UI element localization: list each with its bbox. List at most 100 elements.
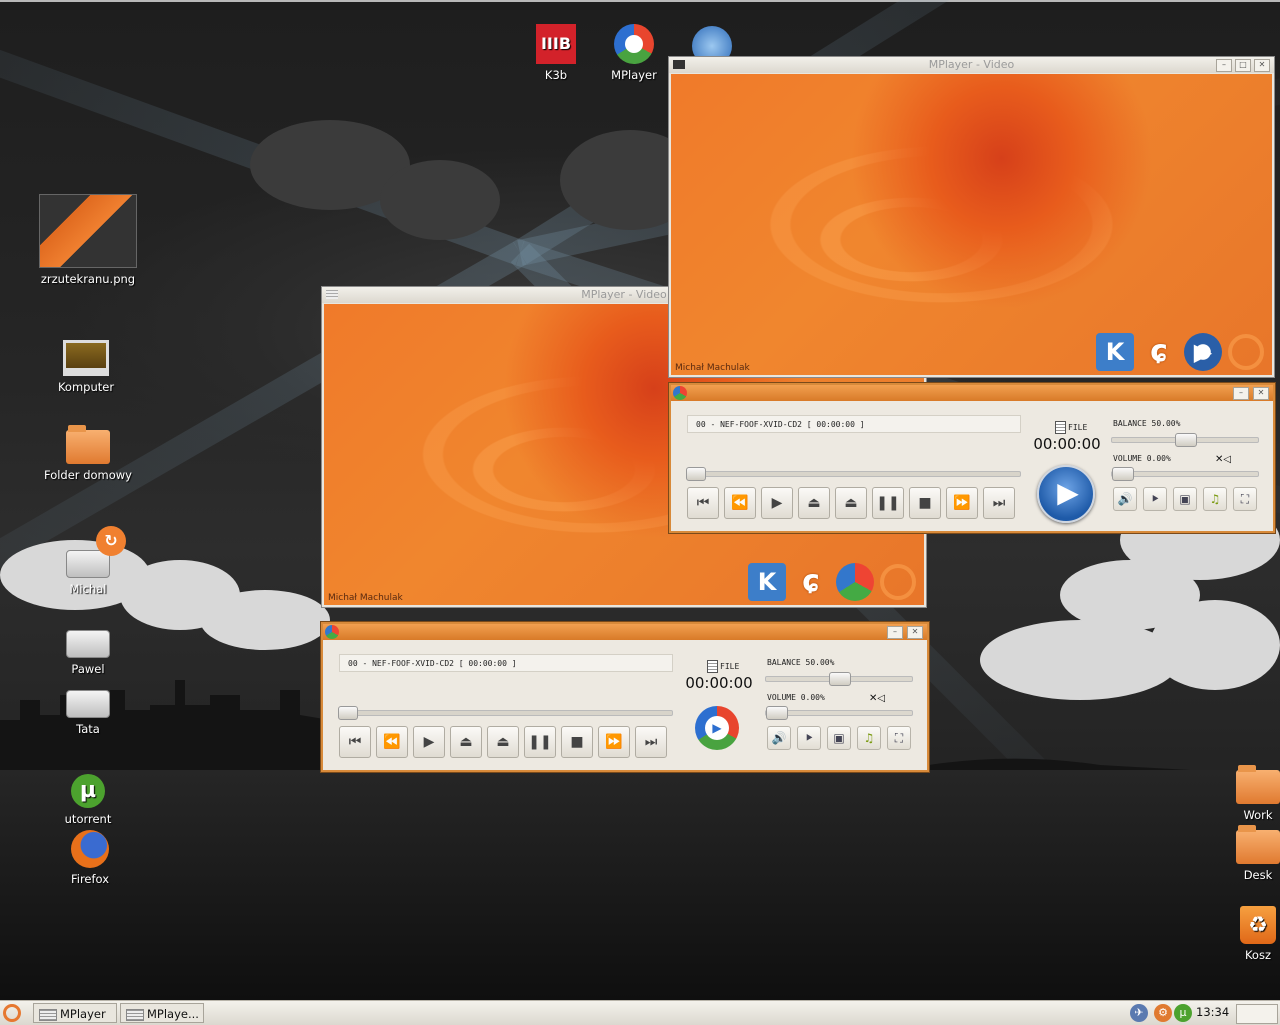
top-border — [0, 0, 1280, 2]
mplayer-logo-button[interactable] — [695, 706, 739, 750]
folder-icon — [1236, 825, 1280, 864]
desktop-icon-home-folder[interactable]: Folder domowy — [33, 425, 143, 482]
network-tray-icon[interactable]: ✈ — [1130, 1004, 1148, 1022]
last-track-button[interactable]: ⏭ — [635, 726, 667, 758]
open-file-button[interactable]: ⏏ — [450, 726, 482, 758]
desktop-icon-kosz[interactable]: ♻ Kosz — [1203, 906, 1280, 962]
player-titlebar[interactable]: – ✕ — [671, 385, 1273, 401]
balance-knob[interactable] — [1175, 433, 1197, 447]
file-icon — [707, 660, 718, 673]
fast-forward-button[interactable]: ⏩ — [598, 726, 630, 758]
player-window-2[interactable]: – ✕ 00 - NEF-FOOF-XVID-CD2 [ 00:00:00 ] … — [321, 622, 929, 772]
window-menu-icon[interactable] — [673, 60, 685, 69]
play-button[interactable]: ▶ — [413, 726, 445, 758]
stop-button[interactable]: ■ — [909, 487, 941, 519]
equalizer-button[interactable]: ♫ — [1203, 487, 1227, 511]
desktop-icon-label: Kosz — [1244, 948, 1272, 962]
pause-button[interactable]: ❚❚ — [524, 726, 556, 758]
rewind-button[interactable]: ⏪ — [724, 487, 756, 519]
playlist-button[interactable]: ⯈ — [1143, 487, 1167, 511]
pause-button[interactable]: ❚❚ — [872, 487, 904, 519]
balance-slider[interactable] — [765, 672, 913, 686]
volume-knob[interactable] — [1112, 467, 1134, 481]
cloud-shape — [200, 590, 330, 650]
first-track-button[interactable]: ⏮ — [687, 487, 719, 519]
sync-badge-icon: ↻ — [96, 526, 126, 556]
stop-button[interactable]: ■ — [561, 726, 593, 758]
seek-knob[interactable] — [686, 467, 706, 481]
seek-knob[interactable] — [338, 706, 358, 720]
taskbar-task-mplayer[interactable]: MPlayer — [33, 1003, 117, 1023]
balance-slider[interactable] — [1111, 433, 1259, 447]
show-desktop-button[interactable] — [1236, 1004, 1278, 1024]
skin-button[interactable]: ▣ — [1173, 487, 1197, 511]
ubuntu-menu-icon[interactable] — [3, 1004, 21, 1022]
task-label: MPlayer — [60, 1007, 106, 1021]
desktop-icon-pawel[interactable]: Pawel — [33, 626, 143, 676]
distro-logos: K ɕ ▶ — [1096, 333, 1264, 371]
clock[interactable]: 13:34 — [1196, 1005, 1229, 1019]
player-window-1[interactable]: – ✕ 00 - NEF-FOOF-XVID-CD2 [ 00:00:00 ] … — [669, 383, 1275, 533]
utorrent-tray-icon[interactable]: µ — [1174, 1004, 1192, 1022]
seek-bar[interactable] — [338, 706, 673, 720]
volume-slider[interactable] — [765, 706, 913, 720]
volume-label: VOLUME 0.00% — [767, 693, 825, 702]
close-button[interactable]: ✕ — [907, 626, 923, 639]
desktop-icon-desk[interactable]: Desk — [1203, 825, 1280, 882]
open-file-button[interactable]: ⏏ — [798, 487, 830, 519]
big-play-button[interactable]: ▶ — [1037, 465, 1095, 523]
update-tray-icon[interactable]: ⚙ — [1154, 1004, 1172, 1022]
desktop-icon-komputer[interactable]: Komputer — [31, 340, 141, 394]
audio-button[interactable]: 🔊 — [1113, 487, 1137, 511]
video-area[interactable]: K ɕ ▶ Michał Machulak — [671, 74, 1272, 375]
fullscreen-button[interactable]: ⛶ — [887, 726, 911, 750]
minimize-button[interactable]: – — [1233, 387, 1249, 400]
maximize-button[interactable]: □ — [1235, 59, 1251, 72]
desktop-icon-label: Desk — [1243, 868, 1273, 882]
ground-shape — [0, 770, 1280, 1000]
playlist-button[interactable]: ⯈ — [797, 726, 821, 750]
player-titlebar[interactable]: – ✕ — [323, 624, 927, 640]
fast-forward-button[interactable]: ⏩ — [946, 487, 978, 519]
desktop-icon-utorrent[interactable]: µ utorrent — [33, 774, 143, 826]
volume-knob[interactable] — [766, 706, 788, 720]
balance-knob[interactable] — [829, 672, 851, 686]
equalizer-button[interactable]: ♫ — [857, 726, 881, 750]
play-button[interactable]: ▶ — [761, 487, 793, 519]
window-menu-icon[interactable] — [326, 290, 338, 299]
rewind-button[interactable]: ⏪ — [376, 726, 408, 758]
minimize-button[interactable]: – — [1216, 59, 1232, 72]
add-file-button[interactable]: ⏏ — [835, 487, 867, 519]
audio-button[interactable]: 🔊 — [767, 726, 791, 750]
desktop-icon-label: Firefox — [70, 872, 110, 886]
volume-label: VOLUME 0.00% — [1113, 454, 1171, 463]
video-window-1[interactable]: MPlayer - Video – □ ✕ K ɕ ▶ Michał Machu… — [669, 57, 1274, 377]
close-button[interactable]: ✕ — [1254, 59, 1270, 72]
mute-icon[interactable]: ✕◁ — [869, 693, 885, 704]
ubuntu-logo-icon — [880, 564, 916, 600]
desktop-icon-michal[interactable]: Michal — [33, 546, 143, 596]
mute-icon[interactable]: ✕◁ — [1215, 454, 1231, 465]
minimize-button[interactable]: – — [887, 626, 903, 639]
last-track-button[interactable]: ⏭ — [983, 487, 1015, 519]
desktop-icon-tata[interactable]: Tata — [33, 686, 143, 736]
ubuntu-logo-icon — [1228, 334, 1264, 370]
seek-bar[interactable] — [686, 467, 1021, 481]
desktop-icon-work[interactable]: Work — [1203, 765, 1280, 822]
close-button[interactable]: ✕ — [1253, 387, 1269, 400]
window-titlebar[interactable]: MPlayer - Video – □ ✕ — [669, 57, 1274, 73]
transport-controls: ⏮ ⏪ ▶ ⏏ ⏏ ❚❚ ■ ⏩ ⏭ — [339, 726, 667, 758]
desktop-icon-screenshot[interactable]: zrzutekranu.png — [33, 194, 143, 286]
skin-button[interactable]: ▣ — [827, 726, 851, 750]
window-controls: – □ ✕ — [1216, 59, 1270, 72]
fullscreen-button[interactable]: ⛶ — [1233, 487, 1257, 511]
drive-icon — [66, 630, 110, 658]
first-track-button[interactable]: ⏮ — [339, 726, 371, 758]
taskbar-task-mplayer-video[interactable]: MPlaye... — [120, 1003, 204, 1023]
mplayer-logo-icon — [836, 563, 874, 601]
window-title: MPlayer - Video — [581, 288, 667, 301]
desktop-icon-label: Michal — [69, 582, 107, 596]
add-file-button[interactable]: ⏏ — [487, 726, 519, 758]
desktop-icon-firefox[interactable]: Firefox — [35, 830, 145, 886]
volume-slider[interactable] — [1111, 467, 1259, 481]
